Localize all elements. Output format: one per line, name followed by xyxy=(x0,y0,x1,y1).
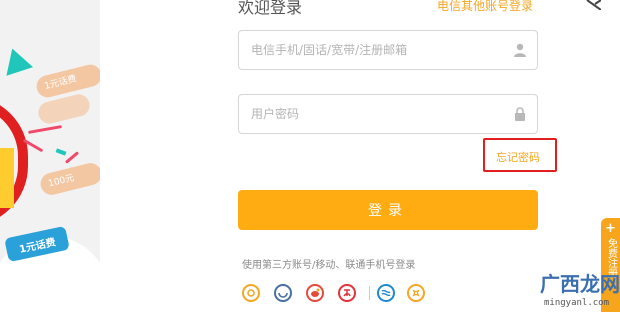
china-mobile-icon[interactable] xyxy=(377,284,395,302)
watermark-url: mingyanl.com xyxy=(544,298,610,308)
third-party-login-text: 使用第三方账号/移动、联通手机号登录 xyxy=(242,260,416,271)
divider xyxy=(369,286,370,300)
password-field[interactable] xyxy=(238,94,538,134)
promo-banner: 1元话费 100元 1元话费 xyxy=(0,0,100,312)
lock-icon xyxy=(515,107,525,121)
decor-streak xyxy=(64,151,80,164)
watermark: 广西龙网 mingyanl.com xyxy=(540,268,620,312)
plus-icon: + xyxy=(605,221,616,236)
wangwang-icon[interactable] xyxy=(242,284,260,302)
decor-confetti xyxy=(55,148,67,156)
username-field[interactable] xyxy=(238,30,538,70)
user-icon xyxy=(514,43,526,57)
forgot-password-link[interactable]: 忘记密码 xyxy=(496,149,540,165)
promo-coupon: 1元话费 xyxy=(34,62,100,100)
decor-yellow-block xyxy=(0,148,14,208)
alipay-icon[interactable] xyxy=(338,284,356,302)
close-corner-icon[interactable] xyxy=(585,0,601,10)
china-unicom-icon[interactable] xyxy=(407,284,425,302)
login-button[interactable]: 登录 xyxy=(238,190,538,230)
username-input[interactable] xyxy=(239,31,511,69)
decor-triangle xyxy=(0,44,34,76)
weibo-icon[interactable] xyxy=(306,284,324,302)
password-input[interactable] xyxy=(239,95,511,133)
promo-coupon: 100元 xyxy=(38,160,100,198)
decor-streak xyxy=(27,125,63,134)
other-account-login-link[interactable]: 电信其他账号登录 xyxy=(437,0,533,14)
tianyi-icon[interactable] xyxy=(274,284,292,302)
page-title: 欢迎登录 xyxy=(238,0,303,17)
watermark-title: 广西龙网 xyxy=(540,272,620,296)
